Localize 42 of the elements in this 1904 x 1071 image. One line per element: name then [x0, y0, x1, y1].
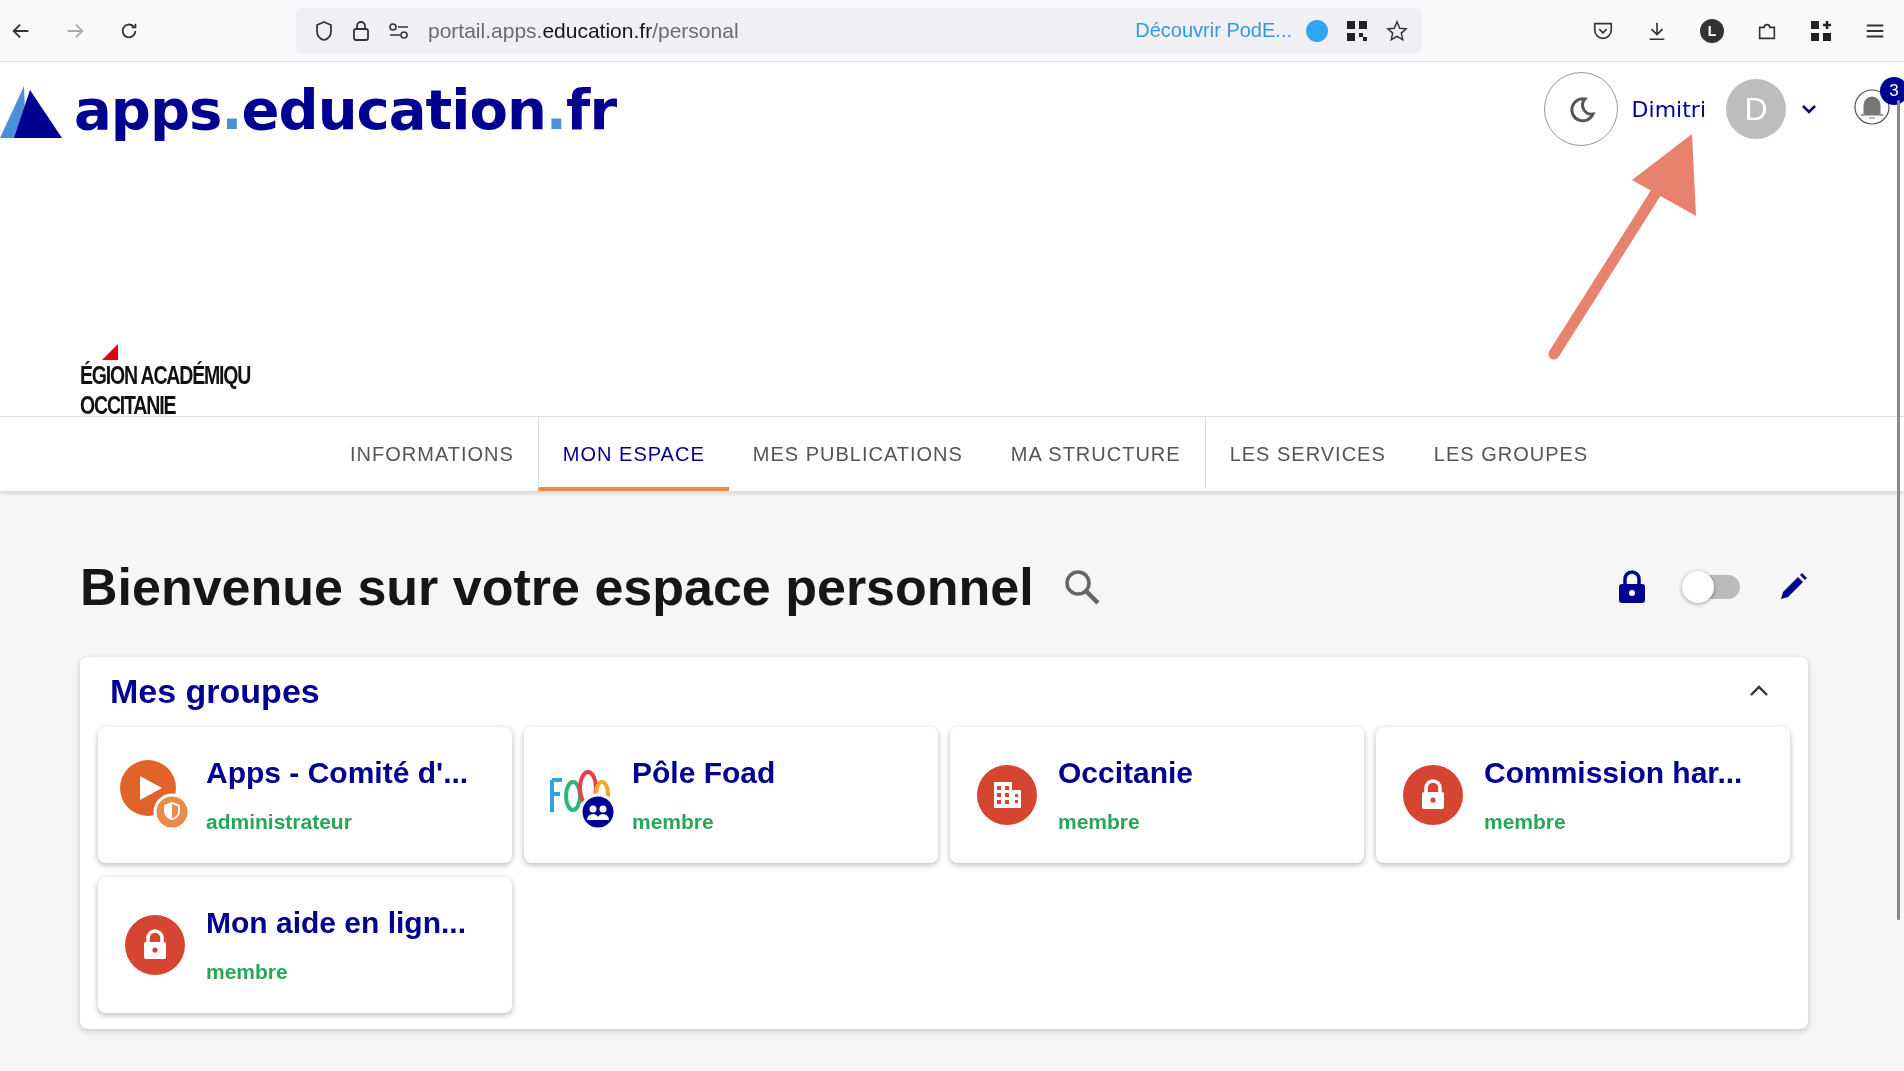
nav-tab[interactable]: LES GROUPES — [1409, 417, 1613, 491]
qr-code-icon[interactable] — [1346, 19, 1368, 42]
notification-badge: 3 — [1880, 77, 1904, 105]
profile-avatar[interactable]: L — [1700, 18, 1724, 43]
group-name: Commission har... — [1484, 756, 1743, 790]
permissions-icon — [388, 21, 410, 40]
play-shield-icon — [120, 760, 190, 830]
nav-tab[interactable]: MA STRUCTURE — [986, 417, 1205, 491]
group-card[interactable]: Mon aide en lign... membre — [98, 877, 512, 1013]
group-name: Mon aide en lign... — [206, 906, 466, 940]
star-icon[interactable] — [1386, 19, 1408, 42]
grid-icon[interactable] — [1810, 19, 1832, 42]
nav-tab[interactable]: LES SERVICES — [1204, 417, 1410, 491]
shield-icon — [314, 19, 334, 42]
panel-title: Mes groupes — [110, 671, 320, 711]
group-card[interactable]: Occitanie membre — [950, 727, 1364, 863]
nav-tab[interactable]: MON ESPACE — [537, 417, 729, 491]
group-role: membre — [206, 960, 289, 984]
chevron-down-icon[interactable] — [1800, 103, 1818, 115]
dot-icon — [1306, 19, 1328, 42]
nav-tab[interactable]: INFORMATIONS — [326, 417, 538, 491]
group-card[interactable]: Apps - Comité d'... administrateur — [98, 727, 512, 863]
user-name[interactable]: Dimitri — [1631, 96, 1706, 122]
bell-icon[interactable] — [1854, 87, 1890, 127]
address-bar[interactable]: portail.apps.education.fr/personal Découvrir PodE... — [296, 7, 1422, 54]
group-name: Occitanie — [1058, 756, 1194, 790]
group-role: membre — [632, 810, 715, 834]
lock-icon[interactable] — [1618, 570, 1646, 604]
group-role: administrateur — [206, 810, 353, 834]
group-role: membre — [1058, 810, 1141, 834]
chevron-icon[interactable] — [1748, 684, 1770, 698]
lock-icon — [352, 19, 370, 42]
nav-tab[interactable]: MES PUBLICATIONS — [728, 417, 987, 491]
pencil-icon[interactable] — [1778, 572, 1808, 602]
group-name: Pôle Foad — [632, 756, 776, 790]
group-card[interactable]: Pôle Foad membre — [524, 727, 938, 863]
group-name: Apps - Comité d'... — [206, 756, 469, 790]
group-card[interactable]: Commission har... membre — [1376, 727, 1790, 863]
group-role: membre — [1484, 810, 1567, 834]
url-text: portail.apps.education.fr/personal — [428, 18, 740, 43]
page-title: Bienvenue sur votre espace personnel — [80, 557, 1034, 617]
scrollbar[interactable] — [1897, 100, 1900, 920]
